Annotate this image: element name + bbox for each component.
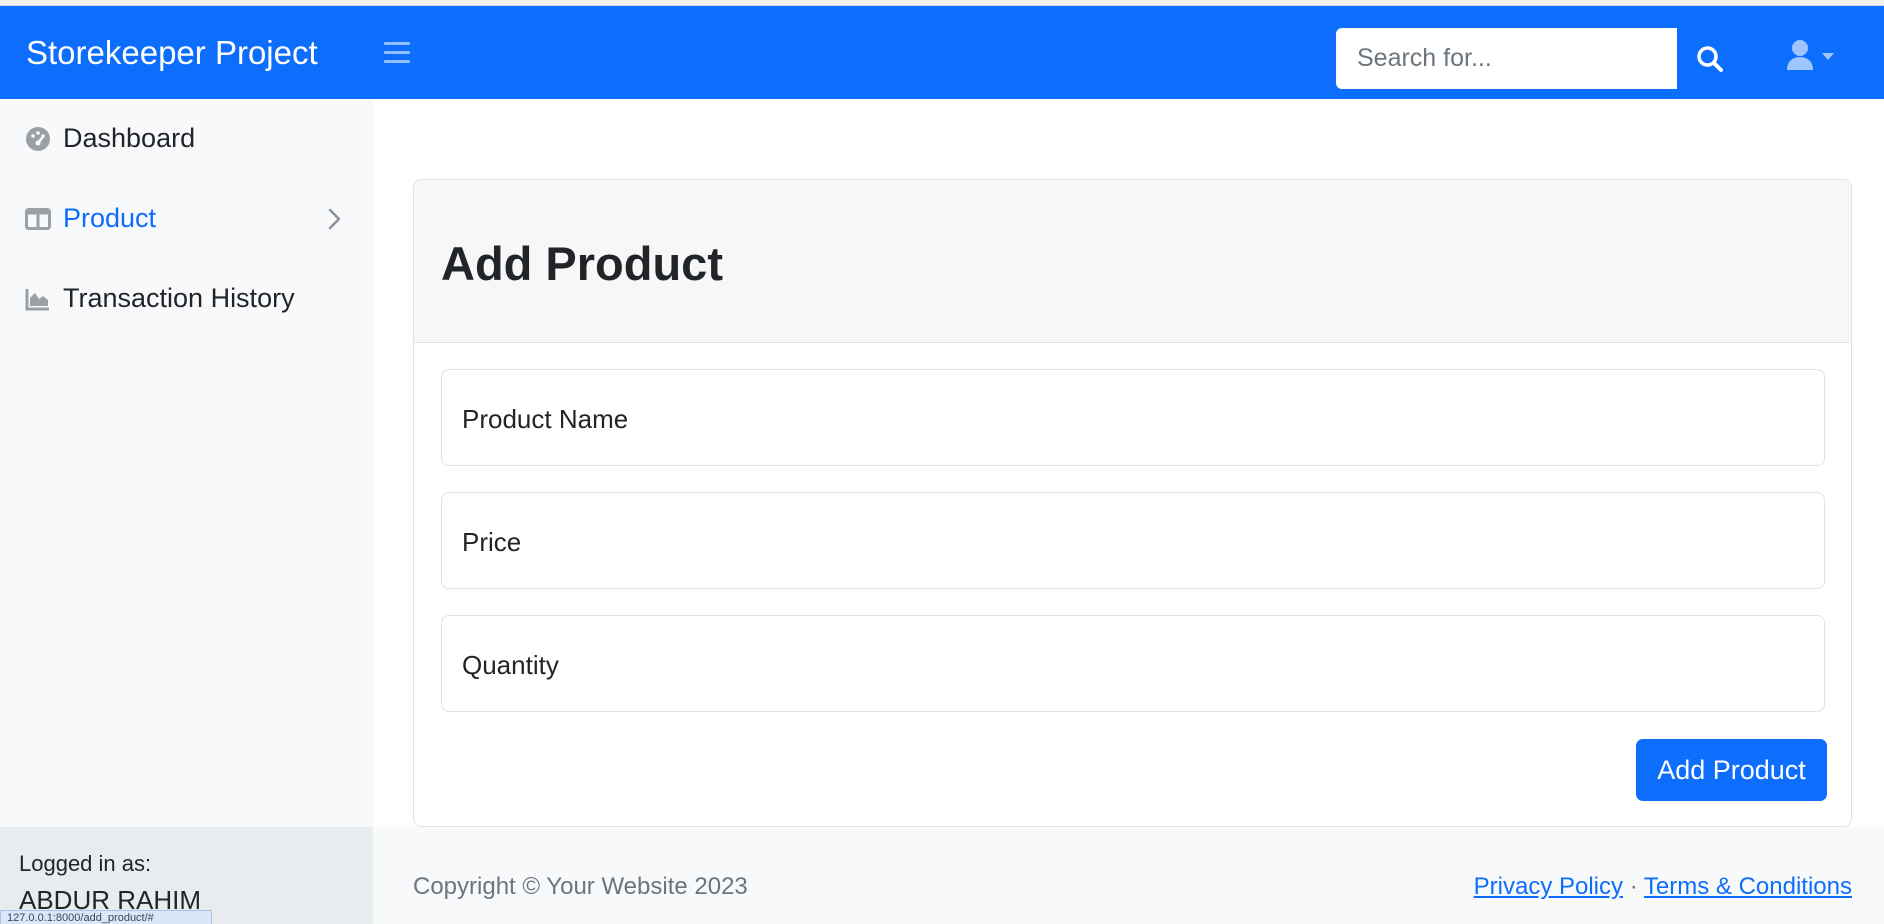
add-product-card: Add Product Product Name Price Quantity …	[413, 179, 1852, 827]
sidebar-item-label: Dashboard	[63, 123, 196, 153]
search-icon	[1697, 46, 1723, 72]
search-button[interactable]	[1677, 28, 1743, 89]
price-label: Price	[462, 527, 522, 557]
chevron-right-icon	[328, 208, 341, 230]
browser-status-url: 127.0.0.1:8000/add_product/#	[0, 910, 212, 924]
privacy-policy-link[interactable]: Privacy Policy	[1474, 873, 1623, 900]
hamburger-icon-bar	[384, 51, 410, 54]
columns-icon	[25, 208, 51, 230]
search-input[interactable]	[1336, 28, 1677, 89]
copyright-text: Copyright © Your Website 2023	[413, 873, 748, 900]
price-field[interactable]: Price	[441, 492, 1825, 589]
quantity-label: Quantity	[462, 650, 559, 680]
quantity-field[interactable]: Quantity	[441, 615, 1825, 712]
caret-down-icon	[1822, 53, 1834, 60]
user-icon	[1787, 40, 1834, 70]
product-name-field[interactable]: Product Name	[441, 369, 1825, 466]
sidebar-toggle-button[interactable]	[384, 42, 410, 64]
tachometer-icon	[26, 127, 50, 151]
hamburger-icon-bar	[384, 42, 410, 45]
page-footer: Copyright © Your Website 2023 Privacy Po…	[373, 827, 1884, 924]
top-navbar: Storekeeper Project	[0, 6, 1884, 99]
sidebar: Dashboard Product Transaction History	[0, 99, 373, 924]
sidebar-item-dashboard[interactable]: Dashboard	[0, 109, 373, 169]
footer-links: Privacy Policy · Terms & Conditions	[1474, 873, 1852, 901]
hamburger-icon-bar	[384, 60, 410, 63]
logged-in-label: Logged in as:	[19, 851, 152, 876]
user-dropdown-toggle[interactable]	[1785, 36, 1841, 80]
sidebar-item-transaction-history[interactable]: Transaction History	[0, 269, 373, 329]
card-header: Add Product	[414, 180, 1851, 343]
brand-title[interactable]: Storekeeper Project	[26, 34, 318, 72]
sidebar-item-product[interactable]: Product	[0, 189, 373, 249]
product-name-label: Product Name	[462, 404, 629, 434]
footer-separator: ·	[1629, 873, 1638, 900]
area-chart-icon	[25, 289, 49, 311]
sidebar-item-label: Product	[63, 203, 157, 233]
terms-conditions-link[interactable]: Terms & Conditions	[1644, 873, 1852, 900]
page-title: Add Product	[441, 237, 723, 290]
sidebar-item-label: Transaction History	[63, 283, 295, 313]
add-product-button[interactable]: Add Product	[1636, 739, 1827, 801]
